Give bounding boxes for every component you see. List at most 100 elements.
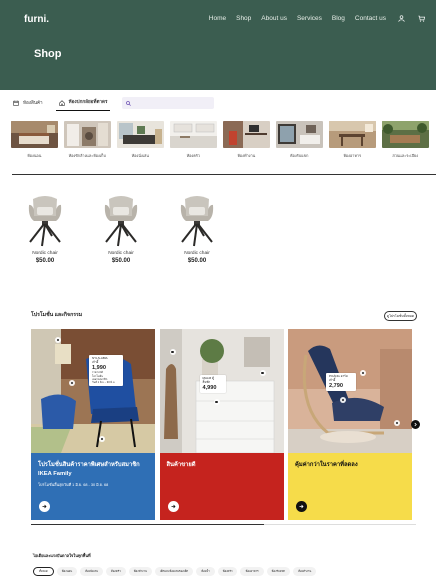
cart-icon[interactable]: [416, 13, 426, 23]
product-name: Nordic chair: [32, 251, 58, 256]
promo-card[interactable]: NYLS-ABIA เก้าอี้ 1,990 ราคาปกติ โปรโมชั…: [31, 329, 155, 520]
calendar-icon: [13, 100, 19, 106]
promo-image: POÄNG อาร์ม เก้าอี้ 2,790: [288, 329, 412, 453]
room-label: ห้องรับแขก: [290, 154, 309, 158]
room-office[interactable]: ห้องทำงาน: [223, 121, 270, 159]
see-all-promos-button[interactable]: ดูโปรโมชั่นทั้งหมด: [384, 311, 417, 321]
price-tag[interactable]: NYLS-ABIA เก้าอี้ 1,990 ราคาปกติ โปรโมชั…: [89, 355, 123, 387]
nav-services[interactable]: Services: [297, 15, 322, 22]
room-living[interactable]: ห้องนั่งเล่น: [117, 121, 164, 159]
chair-image: [180, 196, 214, 247]
chip[interactable]: ห้องครัว: [105, 567, 126, 576]
user-icon[interactable]: [396, 13, 406, 23]
chip[interactable]: เด็กและห้องเล่นของเด็ก: [154, 567, 194, 576]
tab-rooms[interactable]: ห้องปกกลัยอที่ตาดร: [55, 95, 111, 111]
room-thumbnail: [64, 121, 111, 148]
chip[interactable]: ห้องอาหาร: [240, 567, 264, 576]
hotspot[interactable]: [169, 349, 176, 355]
room-thumbnail: [276, 121, 323, 148]
room-label: ห้องครัว: [186, 154, 200, 158]
product-name: Nordic chair: [108, 251, 134, 256]
promo-card-subtitle: โปรโมชั่นสิ้นสุดวันที่ 1 มิ.ย. 68 - 30 ม…: [38, 483, 109, 488]
room-dining[interactable]: ห้องอาหาร: [329, 121, 376, 159]
product-card[interactable]: Nordic chair $50.00: [20, 190, 70, 264]
section-divider: [12, 174, 436, 175]
brand-logo[interactable]: furni.: [24, 14, 49, 25]
arrow-right-icon[interactable]: [39, 501, 50, 512]
search-icon: [126, 100, 132, 106]
chip[interactable]: ห้องทำงาน: [293, 567, 317, 576]
hotspot[interactable]: [340, 397, 346, 403]
room-kitchen[interactable]: ห้องครัว: [170, 121, 217, 159]
nav-shop[interactable]: Shop: [236, 15, 251, 22]
room-thumbnail: [117, 121, 164, 148]
carousel-scroll-thumb[interactable]: [31, 523, 264, 525]
promo-card[interactable]: POÄNG อาร์ม เก้าอี้ 2,790 คุ้มค่ากว่าในร…: [288, 329, 412, 520]
room-laundry[interactable]: ห้องซักล้างและห้องเก็บ: [64, 121, 111, 159]
tab-products-label: ห้องสินค้า: [23, 99, 43, 105]
tab-rooms-label: ห้องปกกลัยอที่ตาดร: [68, 99, 108, 104]
price-tag[interactable]: MALM ตู้ ลิ้นชัก 4,990: [199, 375, 226, 394]
chair-image: [104, 196, 138, 247]
promo-title: โปรโมชั่น และกิจกรรม: [31, 312, 83, 318]
chip[interactable]: ห้องครัว: [217, 567, 238, 576]
tab-products[interactable]: ห้องสินค้า: [10, 95, 46, 111]
room-thumbnail: [11, 121, 58, 148]
hotspot[interactable]: [360, 370, 366, 376]
nav-blog[interactable]: Blog: [332, 15, 345, 22]
price-tag[interactable]: POÄNG อาร์ม เก้าอี้ 2,790: [326, 373, 356, 392]
promo-info: สินค้าขายดี: [159, 453, 284, 520]
product-name: Nordic chair: [184, 251, 210, 256]
hotspot[interactable]: [259, 370, 266, 376]
nav-about[interactable]: About us: [261, 15, 287, 22]
room-thumbnail: [382, 121, 429, 148]
tag-price: 2,790: [329, 382, 343, 389]
carousel-next-button[interactable]: [411, 420, 420, 429]
search-input[interactable]: [134, 100, 215, 106]
hotspot[interactable]: [99, 436, 105, 442]
promo-card-title: สินค้าขายดี: [166, 462, 196, 468]
product-card[interactable]: Nordic chair $50.00: [96, 190, 146, 264]
room-categories: ห้องนอน ห้องซักล้างและห้องเก็บ ห้องนั่งเ…: [11, 121, 431, 159]
hotspot[interactable]: [213, 399, 220, 405]
hotspot[interactable]: [55, 337, 61, 343]
chip[interactable]: ห้องนั่งเล่น: [80, 567, 103, 576]
promo-image: MALM ตู้ ลิ้นชัก 4,990: [159, 329, 284, 454]
room-thumbnail: [170, 121, 217, 148]
product-price: $50.00: [111, 258, 131, 264]
page-title: Shop: [34, 48, 62, 60]
chevron-right-icon: [414, 422, 417, 427]
chip[interactable]: ห้องน้ำ: [196, 567, 215, 576]
chip[interactable]: ห้องนอน: [56, 567, 78, 576]
room-garden[interactable]: สวนและระเบียง: [382, 121, 429, 159]
nav-home[interactable]: Home: [209, 15, 226, 22]
hotspot[interactable]: [69, 380, 75, 386]
hotspot[interactable]: [394, 420, 400, 426]
promo-card-title: คุ้มค่ากว่าในราคาที่ลดลง: [295, 462, 358, 468]
room-thumbnail: [329, 121, 376, 148]
tag-price: 4,990: [202, 384, 217, 391]
nav-contact[interactable]: Contact us: [355, 15, 386, 22]
room-guest[interactable]: ห้องรับแขก: [276, 121, 323, 159]
promo-card-title: โปรโมชั่นสินค้าราคาพิเศษสำหรับสมาชิก IKE…: [38, 462, 140, 477]
search-box[interactable]: [122, 97, 215, 109]
room-label: ห้องนอน: [27, 154, 42, 158]
room-bedroom[interactable]: ห้องนอน: [11, 121, 58, 159]
chip[interactable]: ห้องรับแขก: [266, 567, 291, 576]
promo-carousel: NYLS-ABIA เก้าอี้ 1,990 ราคาปกติ โปรโมชั…: [31, 329, 436, 520]
room-label: ห้องนั่งเล่น: [131, 154, 149, 158]
chip[interactable]: ห้องทำงาน: [128, 567, 152, 576]
product-price: $50.00: [187, 258, 207, 264]
header-banner: furni. Home Shop About us Services Blog …: [0, 0, 436, 90]
shop-tabs: ห้องสินค้า ห้องปกกลัยอที่ตาดร: [10, 95, 426, 111]
top-nav: Home Shop About us Services Blog Contact…: [199, 13, 426, 23]
chip-all[interactable]: ทั้งหมด: [33, 567, 54, 576]
product-card[interactable]: Nordic chair $50.00: [172, 190, 222, 264]
arrow-right-icon[interactable]: [167, 501, 179, 512]
room-label: ห้องซักล้างและห้องเก็บ: [68, 154, 106, 158]
tag-extra: ราคาปกติ โปรโมชั่น เฉพาะสมาชิก วันที่ 1 …: [92, 371, 116, 385]
product-price: $50.00: [35, 258, 55, 264]
arrow-right-icon[interactable]: [296, 501, 307, 512]
promo-card[interactable]: MALM ตู้ ลิ้นชัก 4,990 สินค้าขายดี: [159, 329, 284, 520]
ideas-title: ไอเดียและแรงบันดาลใจในทุกพื้นที่: [33, 553, 91, 558]
